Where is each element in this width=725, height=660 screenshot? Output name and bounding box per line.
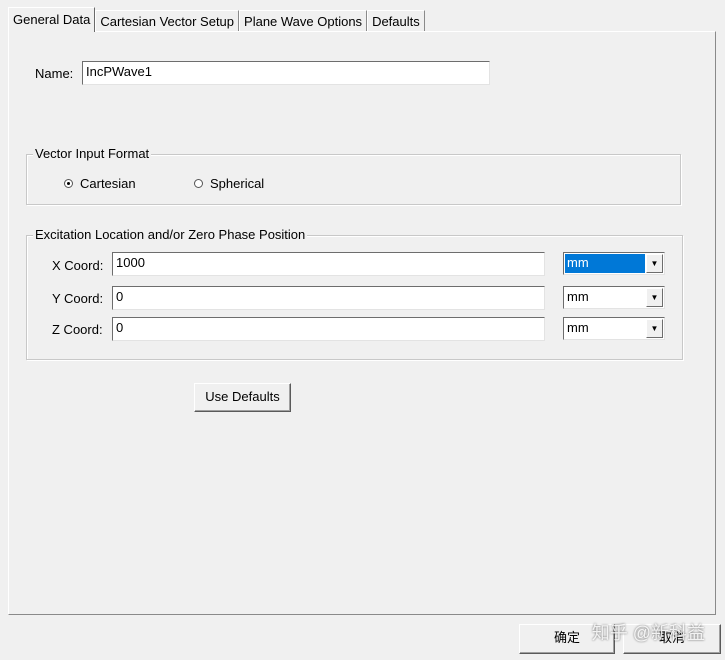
y-coord-unit-value: mm bbox=[567, 289, 589, 304]
radio-checked-icon bbox=[64, 179, 73, 188]
tab-bar: General Data Cartesian Vector Setup Plan… bbox=[8, 7, 425, 32]
excitation-location-title: Excitation Location and/or Zero Phase Po… bbox=[33, 227, 308, 242]
y-coord-label: Y Coord: bbox=[52, 291, 104, 306]
name-label: Name: bbox=[35, 66, 74, 81]
z-coord-field[interactable]: 0 bbox=[112, 317, 545, 341]
tab-general-data[interactable]: General Data bbox=[8, 7, 96, 32]
z-coord-unit-select[interactable]: mm ▼ bbox=[563, 317, 665, 340]
use-defaults-button[interactable]: Use Defaults bbox=[194, 383, 291, 412]
vector-input-format-title: Vector Input Format bbox=[33, 146, 152, 161]
x-coord-unit-select[interactable]: mm ▼ bbox=[563, 252, 665, 275]
tab-plane-wave-options[interactable]: Plane Wave Options bbox=[239, 10, 368, 32]
tab-defaults[interactable]: Defaults bbox=[367, 10, 425, 32]
chevron-down-icon[interactable]: ▼ bbox=[646, 319, 663, 338]
z-coord-label: Z Coord: bbox=[52, 322, 103, 337]
cartesian-radio-label: Cartesian bbox=[80, 176, 136, 191]
chevron-down-icon[interactable]: ▼ bbox=[646, 254, 663, 273]
tab-cartesian-vector-setup[interactable]: Cartesian Vector Setup bbox=[95, 10, 240, 32]
x-coord-field[interactable]: 1000 bbox=[112, 252, 545, 276]
spherical-radio-label: Spherical bbox=[210, 176, 265, 191]
y-coord-field[interactable]: 0 bbox=[112, 286, 545, 310]
watermark: 知乎 @新科益 bbox=[591, 623, 705, 643]
spherical-radio[interactable]: Spherical bbox=[194, 176, 264, 191]
radio-unchecked-icon bbox=[194, 179, 203, 188]
y-coord-unit-select[interactable]: mm ▼ bbox=[563, 286, 665, 309]
name-field[interactable]: IncPWave1 bbox=[82, 61, 490, 85]
chevron-down-icon[interactable]: ▼ bbox=[646, 288, 663, 307]
x-coord-label: X Coord: bbox=[52, 258, 104, 273]
z-coord-unit-value: mm bbox=[567, 320, 589, 335]
cartesian-radio[interactable]: Cartesian bbox=[64, 176, 136, 191]
x-coord-unit-value: mm bbox=[565, 254, 645, 273]
